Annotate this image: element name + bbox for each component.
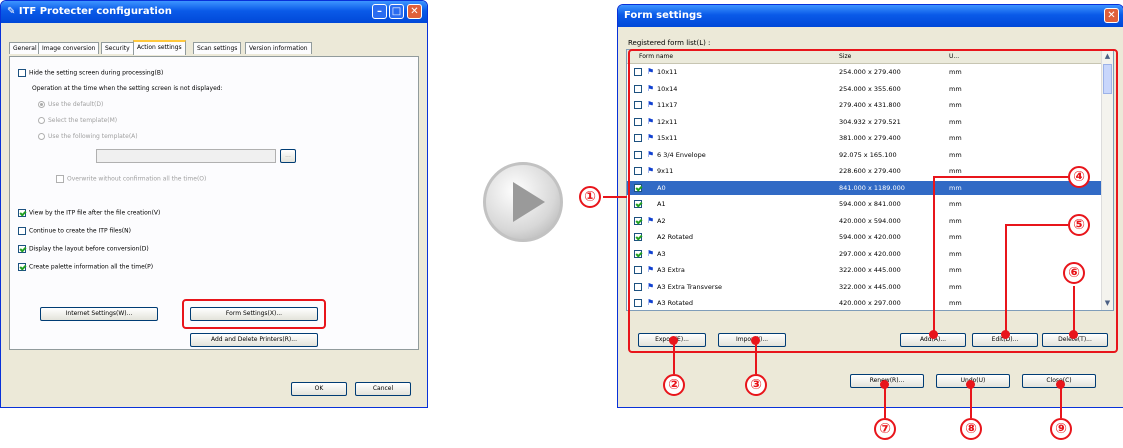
itp-config-window: ✎ ITF Protecter configuration – □ ✕ Gene…	[0, 0, 428, 408]
app-icon: ✎	[7, 6, 19, 17]
radio-default-label: Use the default(D)	[48, 101, 104, 108]
callout-9: ⑨	[1050, 418, 1072, 440]
callout-5-dot	[1001, 330, 1010, 339]
callout-4-h	[933, 176, 1068, 178]
callout-8-dot	[966, 380, 975, 389]
hide-setting-label: Hide the setting screen during processin…	[29, 69, 164, 77]
callout-6-line	[1073, 286, 1075, 334]
callout-4-v	[933, 176, 935, 336]
form-close-icon[interactable]: ✕	[1104, 8, 1119, 23]
left-titlebar: ✎ ITF Protecter configuration – □ ✕	[1, 1, 427, 23]
callout-1: ①	[579, 186, 601, 208]
overwrite-row[interactable]: Overwrite without confirmation all the t…	[56, 175, 206, 183]
tab-strip: General Image conversion Security Action…	[9, 40, 419, 56]
tab-general[interactable]: General	[9, 42, 41, 54]
list-highlight	[628, 49, 1118, 353]
tab-image-conversion[interactable]: Image conversion	[38, 42, 100, 54]
callout-8: ⑧	[960, 418, 982, 440]
callout-5-v	[1005, 224, 1007, 336]
palette-label: Create palette information all the time(…	[29, 263, 154, 271]
play-icon	[483, 162, 563, 242]
hide-setting-row[interactable]: Hide the setting screen during processin…	[18, 69, 163, 77]
radio-select-row[interactable]: Select the template(M)	[38, 117, 117, 124]
form-settings-window: Form settings ✕ Registered form list(L) …	[617, 4, 1123, 408]
internet-settings-button[interactable]: Internet Settings(W)...	[40, 307, 158, 321]
template-path-input[interactable]	[96, 149, 276, 163]
display-layout-label: Display the layout before conversion(D)	[29, 245, 149, 253]
hide-setting-checkbox[interactable]	[18, 69, 26, 77]
minimize-icon[interactable]: –	[372, 4, 387, 19]
callout-4: ④	[1068, 166, 1090, 188]
radio-default-row[interactable]: Use the default(D)	[38, 101, 103, 108]
right-window-title: Form settings	[624, 10, 703, 21]
ok-button[interactable]: OK	[291, 382, 347, 396]
radio-following-label: Use the following template(A)	[48, 133, 138, 140]
display-layout-checkbox[interactable]	[18, 245, 26, 253]
view-itp-row[interactable]: View by the ITP file after the file crea…	[18, 209, 160, 217]
continue-row[interactable]: Continue to create the ITP files(N)	[18, 227, 131, 235]
radio-select-label: Select the template(M)	[48, 117, 118, 124]
callout-4-dot	[929, 330, 938, 339]
right-titlebar: Form settings ✕	[618, 5, 1123, 27]
callout-2-dot	[669, 336, 678, 345]
tab-scan-settings[interactable]: Scan settings	[193, 42, 242, 54]
callout-6: ⑥	[1063, 262, 1085, 284]
continue-checkbox[interactable]	[18, 227, 26, 235]
close-icon[interactable]: ✕	[407, 4, 422, 19]
overwrite-checkbox[interactable]	[56, 175, 64, 183]
radio-default[interactable]	[38, 101, 45, 108]
callout-9-dot	[1056, 380, 1065, 389]
palette-row[interactable]: Create palette information all the time(…	[18, 263, 153, 271]
tab-version-information[interactable]: Version information	[245, 42, 312, 54]
display-layout-row[interactable]: Display the layout before conversion(D)	[18, 245, 149, 253]
callout-3-line	[755, 340, 757, 374]
callout-1-line	[603, 196, 627, 198]
callout-6-dot	[1069, 330, 1078, 339]
tab-panel: Hide the setting screen during processin…	[9, 56, 419, 350]
overwrite-label: Overwrite without confirmation all the t…	[67, 175, 207, 183]
continue-label: Continue to create the ITP files(N)	[29, 227, 131, 235]
left-window-title: ITF Protecter configuration	[18, 6, 172, 17]
callout-7: ⑦	[874, 418, 896, 440]
callout-5: ⑤	[1068, 214, 1090, 236]
radio-select-template[interactable]	[38, 117, 45, 124]
callout-2-line	[673, 340, 675, 374]
callout-3: ③	[745, 374, 767, 396]
callout-7-line	[884, 384, 886, 418]
form-settings-highlight	[182, 299, 326, 329]
registered-list-label: Registered form list(L) :	[628, 39, 711, 47]
callout-2: ②	[663, 374, 685, 396]
callout-7-dot	[880, 380, 889, 389]
cancel-button[interactable]: Cancel	[355, 382, 411, 396]
view-itp-checkbox[interactable]	[18, 209, 26, 217]
add-delete-printers-button[interactable]: Add and Delete Printers(R)...	[190, 333, 318, 347]
radio-following-template[interactable]	[38, 133, 45, 140]
tab-security[interactable]: Security	[101, 42, 134, 54]
callout-9-line	[1060, 384, 1062, 418]
callout-8-line	[970, 384, 972, 418]
maximize-icon[interactable]: □	[389, 4, 404, 19]
palette-checkbox[interactable]	[18, 263, 26, 271]
browse-button[interactable]: ...	[280, 149, 296, 163]
operation-label: Operation at the time when the setting s…	[32, 85, 223, 92]
radio-following-row[interactable]: Use the following template(A)	[38, 133, 138, 140]
callout-5-h	[1005, 224, 1068, 226]
callout-3-dot	[751, 336, 760, 345]
view-itp-label: View by the ITP file after the file crea…	[29, 209, 161, 217]
tab-action-settings[interactable]: Action settings	[133, 40, 186, 55]
